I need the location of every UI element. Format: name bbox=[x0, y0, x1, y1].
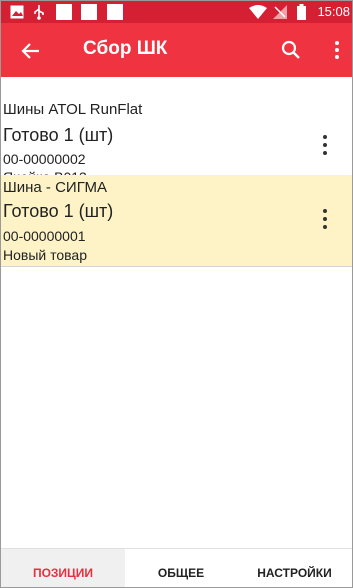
image-icon bbox=[10, 5, 24, 19]
positions-list: Шины ATOL RunFlat Готово 1 (шт) 00-00000… bbox=[1, 97, 352, 267]
square-icon bbox=[107, 4, 123, 20]
more-vert-icon[interactable] bbox=[325, 38, 349, 62]
app-bar: Сбор ШК bbox=[1, 23, 352, 77]
status-bar: 15:08 bbox=[1, 1, 352, 23]
arrow-left-icon[interactable] bbox=[19, 39, 43, 63]
app-screen: 15:08 Сбор ШК Шины ATOL RunFlat Готово 1… bbox=[0, 0, 353, 588]
item-code: 00-00000001 bbox=[3, 228, 86, 244]
item-name: Шины ATOL RunFlat bbox=[3, 101, 143, 118]
more-vert-icon[interactable] bbox=[313, 205, 337, 233]
tab-positions[interactable]: ПОЗИЦИИ bbox=[1, 549, 125, 587]
battery-icon bbox=[297, 4, 306, 20]
item-code: 00-00000002 bbox=[3, 151, 86, 167]
list-item[interactable]: Шины ATOL RunFlat Готово 1 (шт) 00-00000… bbox=[1, 83, 352, 189]
bottom-tab-bar: ПОЗИЦИИ ОБЩЕЕ НАСТРОЙКИ bbox=[1, 548, 352, 587]
item-status: Готово 1 (шт) bbox=[3, 125, 114, 145]
more-vert-icon[interactable] bbox=[313, 131, 337, 159]
clock: 15:08 bbox=[317, 4, 350, 19]
square-icon bbox=[56, 4, 72, 20]
tab-general[interactable]: ОБЩЕЕ bbox=[125, 549, 237, 587]
item-status: Готово 1 (шт) bbox=[3, 201, 114, 221]
list-item[interactable]: Шина - СИГМА Готово 1 (шт) 00-00000001 Н… bbox=[1, 175, 352, 267]
wifi-icon bbox=[249, 5, 267, 19]
item-name: Шина - СИГМА bbox=[3, 179, 107, 196]
square-icon bbox=[81, 4, 97, 20]
item-detail: Новый товар bbox=[3, 247, 87, 263]
signal-icon bbox=[273, 5, 287, 19]
page-title: Сбор ШК bbox=[83, 38, 168, 59]
search-icon[interactable] bbox=[279, 38, 303, 62]
tab-settings[interactable]: НАСТРОЙКИ bbox=[237, 549, 352, 587]
usb-icon bbox=[34, 5, 44, 20]
